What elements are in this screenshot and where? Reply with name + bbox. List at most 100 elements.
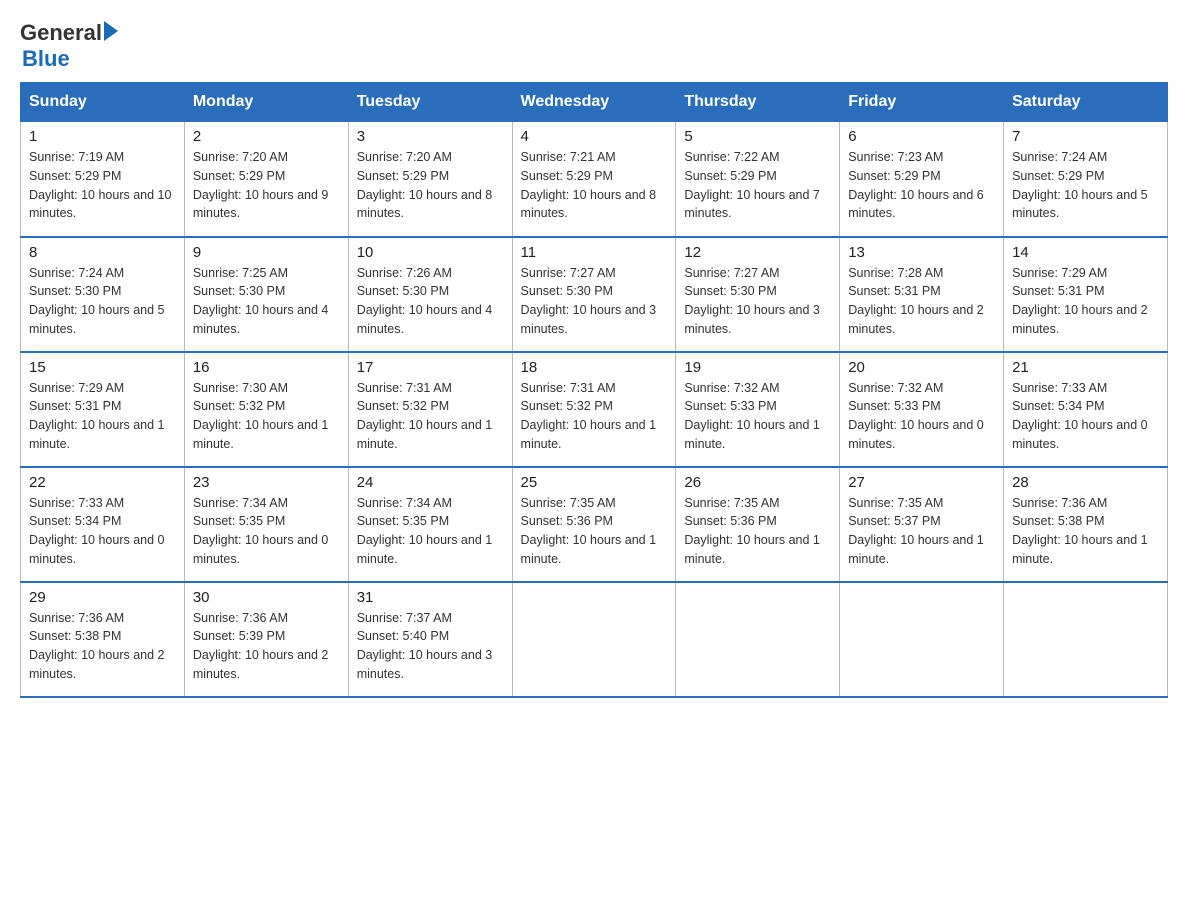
day-info: Sunrise: 7:36 AMSunset: 5:38 PMDaylight:… bbox=[1012, 496, 1148, 566]
calendar-table: SundayMondayTuesdayWednesdayThursdayFrid… bbox=[20, 82, 1168, 698]
day-info: Sunrise: 7:34 AMSunset: 5:35 PMDaylight:… bbox=[193, 496, 329, 566]
day-info: Sunrise: 7:20 AMSunset: 5:29 PMDaylight:… bbox=[357, 150, 493, 220]
calendar-cell: 6 Sunrise: 7:23 AMSunset: 5:29 PMDayligh… bbox=[840, 122, 1004, 237]
day-info: Sunrise: 7:33 AMSunset: 5:34 PMDaylight:… bbox=[1012, 381, 1148, 451]
page-header: General Blue bbox=[20, 20, 1168, 72]
calendar-cell: 16 Sunrise: 7:30 AMSunset: 5:32 PMDaylig… bbox=[184, 352, 348, 467]
day-info: Sunrise: 7:27 AMSunset: 5:30 PMDaylight:… bbox=[684, 266, 820, 336]
calendar-week-5: 29 Sunrise: 7:36 AMSunset: 5:38 PMDaylig… bbox=[21, 582, 1168, 697]
day-number: 17 bbox=[357, 359, 504, 376]
day-info: Sunrise: 7:26 AMSunset: 5:30 PMDaylight:… bbox=[357, 266, 493, 336]
day-number: 10 bbox=[357, 244, 504, 261]
calendar-header-row: SundayMondayTuesdayWednesdayThursdayFrid… bbox=[21, 83, 1168, 122]
logo-blue-text: Blue bbox=[22, 46, 118, 72]
calendar-cell: 18 Sunrise: 7:31 AMSunset: 5:32 PMDaylig… bbox=[512, 352, 676, 467]
day-number: 15 bbox=[29, 359, 176, 376]
day-info: Sunrise: 7:30 AMSunset: 5:32 PMDaylight:… bbox=[193, 381, 329, 451]
calendar-week-1: 1 Sunrise: 7:19 AMSunset: 5:29 PMDayligh… bbox=[21, 122, 1168, 237]
header-wednesday: Wednesday bbox=[512, 83, 676, 122]
calendar-cell: 21 Sunrise: 7:33 AMSunset: 5:34 PMDaylig… bbox=[1004, 352, 1168, 467]
calendar-cell: 20 Sunrise: 7:32 AMSunset: 5:33 PMDaylig… bbox=[840, 352, 1004, 467]
day-info: Sunrise: 7:29 AMSunset: 5:31 PMDaylight:… bbox=[1012, 266, 1148, 336]
day-info: Sunrise: 7:29 AMSunset: 5:31 PMDaylight:… bbox=[29, 381, 165, 451]
day-info: Sunrise: 7:32 AMSunset: 5:33 PMDaylight:… bbox=[848, 381, 984, 451]
header-monday: Monday bbox=[184, 83, 348, 122]
day-info: Sunrise: 7:35 AMSunset: 5:36 PMDaylight:… bbox=[684, 496, 820, 566]
day-number: 1 bbox=[29, 128, 176, 145]
day-info: Sunrise: 7:36 AMSunset: 5:39 PMDaylight:… bbox=[193, 611, 329, 681]
day-number: 14 bbox=[1012, 244, 1159, 261]
calendar-cell: 15 Sunrise: 7:29 AMSunset: 5:31 PMDaylig… bbox=[21, 352, 185, 467]
header-tuesday: Tuesday bbox=[348, 83, 512, 122]
day-info: Sunrise: 7:27 AMSunset: 5:30 PMDaylight:… bbox=[521, 266, 657, 336]
calendar-cell: 31 Sunrise: 7:37 AMSunset: 5:40 PMDaylig… bbox=[348, 582, 512, 697]
day-number: 9 bbox=[193, 244, 340, 261]
calendar-week-3: 15 Sunrise: 7:29 AMSunset: 5:31 PMDaylig… bbox=[21, 352, 1168, 467]
day-number: 21 bbox=[1012, 359, 1159, 376]
calendar-cell: 22 Sunrise: 7:33 AMSunset: 5:34 PMDaylig… bbox=[21, 467, 185, 582]
day-info: Sunrise: 7:28 AMSunset: 5:31 PMDaylight:… bbox=[848, 266, 984, 336]
calendar-cell: 23 Sunrise: 7:34 AMSunset: 5:35 PMDaylig… bbox=[184, 467, 348, 582]
calendar-cell: 30 Sunrise: 7:36 AMSunset: 5:39 PMDaylig… bbox=[184, 582, 348, 697]
calendar-cell bbox=[840, 582, 1004, 697]
header-friday: Friday bbox=[840, 83, 1004, 122]
day-number: 23 bbox=[193, 474, 340, 491]
header-saturday: Saturday bbox=[1004, 83, 1168, 122]
calendar-cell: 8 Sunrise: 7:24 AMSunset: 5:30 PMDayligh… bbox=[21, 237, 185, 352]
calendar-cell: 5 Sunrise: 7:22 AMSunset: 5:29 PMDayligh… bbox=[676, 122, 840, 237]
calendar-cell: 28 Sunrise: 7:36 AMSunset: 5:38 PMDaylig… bbox=[1004, 467, 1168, 582]
calendar-cell: 1 Sunrise: 7:19 AMSunset: 5:29 PMDayligh… bbox=[21, 122, 185, 237]
calendar-cell: 3 Sunrise: 7:20 AMSunset: 5:29 PMDayligh… bbox=[348, 122, 512, 237]
day-info: Sunrise: 7:19 AMSunset: 5:29 PMDaylight:… bbox=[29, 150, 171, 220]
day-info: Sunrise: 7:35 AMSunset: 5:36 PMDaylight:… bbox=[521, 496, 657, 566]
calendar-cell: 12 Sunrise: 7:27 AMSunset: 5:30 PMDaylig… bbox=[676, 237, 840, 352]
calendar-cell: 27 Sunrise: 7:35 AMSunset: 5:37 PMDaylig… bbox=[840, 467, 1004, 582]
calendar-cell: 9 Sunrise: 7:25 AMSunset: 5:30 PMDayligh… bbox=[184, 237, 348, 352]
day-info: Sunrise: 7:34 AMSunset: 5:35 PMDaylight:… bbox=[357, 496, 493, 566]
calendar-cell bbox=[676, 582, 840, 697]
day-number: 11 bbox=[521, 244, 668, 261]
day-number: 19 bbox=[684, 359, 831, 376]
day-info: Sunrise: 7:24 AMSunset: 5:29 PMDaylight:… bbox=[1012, 150, 1148, 220]
calendar-cell: 25 Sunrise: 7:35 AMSunset: 5:36 PMDaylig… bbox=[512, 467, 676, 582]
day-info: Sunrise: 7:22 AMSunset: 5:29 PMDaylight:… bbox=[684, 150, 820, 220]
day-number: 16 bbox=[193, 359, 340, 376]
day-number: 4 bbox=[521, 128, 668, 145]
calendar-cell: 2 Sunrise: 7:20 AMSunset: 5:29 PMDayligh… bbox=[184, 122, 348, 237]
calendar-cell: 4 Sunrise: 7:21 AMSunset: 5:29 PMDayligh… bbox=[512, 122, 676, 237]
day-number: 27 bbox=[848, 474, 995, 491]
day-number: 3 bbox=[357, 128, 504, 145]
day-number: 6 bbox=[848, 128, 995, 145]
day-info: Sunrise: 7:31 AMSunset: 5:32 PMDaylight:… bbox=[521, 381, 657, 451]
day-info: Sunrise: 7:31 AMSunset: 5:32 PMDaylight:… bbox=[357, 381, 493, 451]
calendar-cell: 10 Sunrise: 7:26 AMSunset: 5:30 PMDaylig… bbox=[348, 237, 512, 352]
day-number: 26 bbox=[684, 474, 831, 491]
calendar-cell: 24 Sunrise: 7:34 AMSunset: 5:35 PMDaylig… bbox=[348, 467, 512, 582]
day-info: Sunrise: 7:36 AMSunset: 5:38 PMDaylight:… bbox=[29, 611, 165, 681]
logo: General Blue bbox=[20, 20, 118, 72]
calendar-cell bbox=[512, 582, 676, 697]
day-number: 8 bbox=[29, 244, 176, 261]
day-number: 7 bbox=[1012, 128, 1159, 145]
calendar-cell bbox=[1004, 582, 1168, 697]
calendar-cell: 14 Sunrise: 7:29 AMSunset: 5:31 PMDaylig… bbox=[1004, 237, 1168, 352]
day-number: 5 bbox=[684, 128, 831, 145]
header-sunday: Sunday bbox=[21, 83, 185, 122]
day-number: 31 bbox=[357, 589, 504, 606]
day-info: Sunrise: 7:32 AMSunset: 5:33 PMDaylight:… bbox=[684, 381, 820, 451]
day-number: 29 bbox=[29, 589, 176, 606]
day-number: 25 bbox=[521, 474, 668, 491]
calendar-cell: 26 Sunrise: 7:35 AMSunset: 5:36 PMDaylig… bbox=[676, 467, 840, 582]
day-number: 12 bbox=[684, 244, 831, 261]
day-info: Sunrise: 7:33 AMSunset: 5:34 PMDaylight:… bbox=[29, 496, 165, 566]
day-number: 28 bbox=[1012, 474, 1159, 491]
calendar-cell: 17 Sunrise: 7:31 AMSunset: 5:32 PMDaylig… bbox=[348, 352, 512, 467]
calendar-cell: 19 Sunrise: 7:32 AMSunset: 5:33 PMDaylig… bbox=[676, 352, 840, 467]
day-number: 13 bbox=[848, 244, 995, 261]
day-number: 20 bbox=[848, 359, 995, 376]
day-info: Sunrise: 7:24 AMSunset: 5:30 PMDaylight:… bbox=[29, 266, 165, 336]
logo-arrow-icon bbox=[104, 21, 118, 41]
day-number: 2 bbox=[193, 128, 340, 145]
header-thursday: Thursday bbox=[676, 83, 840, 122]
day-info: Sunrise: 7:25 AMSunset: 5:30 PMDaylight:… bbox=[193, 266, 329, 336]
